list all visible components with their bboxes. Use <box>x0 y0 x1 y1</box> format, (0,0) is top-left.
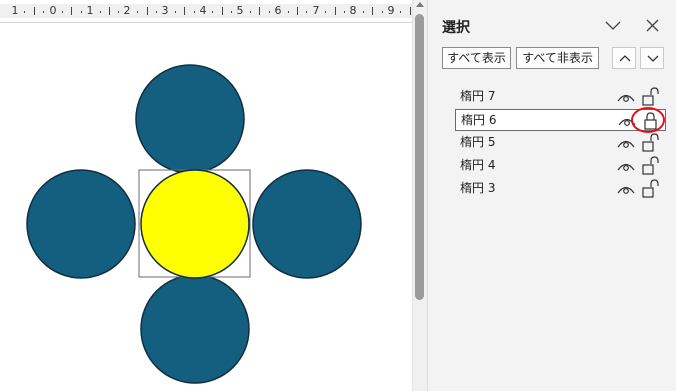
chevron-down-icon[interactable] <box>603 16 623 36</box>
object-list-item[interactable]: 楕円 3 <box>455 178 666 200</box>
slide-canvas[interactable]: 1 0 1 2 3 4 5 6 7 8 9 <box>0 0 412 391</box>
unlock-icon[interactable] <box>641 179 659 199</box>
object-list-item[interactable]: 楕円 7 <box>455 86 666 108</box>
eye-icon[interactable] <box>617 91 635 103</box>
object-list-item[interactable]: 楕円 4 <box>455 155 666 177</box>
unlock-icon[interactable] <box>641 156 659 176</box>
unlock-icon[interactable] <box>641 133 659 153</box>
object-list-item[interactable]: 楕円 5 <box>455 132 666 154</box>
object-name: 楕円 3 <box>460 181 496 195</box>
selection-pane: 選択 すべて表示 すべて非表示 楕円 7 楕円 6 楕円 5 楕円 4 楕円 3 <box>427 0 676 391</box>
scroll-thumb[interactable] <box>415 14 424 300</box>
send-backward-button[interactable] <box>640 47 664 69</box>
object-name: 楕円 7 <box>460 89 496 103</box>
object-name: 楕円 5 <box>460 135 496 149</box>
vertical-scrollbar[interactable] <box>412 0 427 391</box>
pane-title: 選択 <box>442 20 470 36</box>
chevron-down-icon <box>647 55 659 62</box>
lock-highlight-annotation <box>631 107 665 133</box>
chevron-up-icon <box>619 55 631 62</box>
ellipse-5[interactable] <box>140 274 250 384</box>
ellipse-4[interactable] <box>26 169 136 279</box>
close-icon[interactable] <box>643 16 663 36</box>
object-name: 楕円 4 <box>460 158 496 172</box>
shapes-layer <box>26 64 362 384</box>
show-all-button[interactable]: すべて表示 <box>442 47 511 69</box>
eye-icon[interactable] <box>617 160 635 172</box>
unlock-icon[interactable] <box>641 87 659 107</box>
scroll-up-arrow-icon[interactable] <box>416 2 424 7</box>
bring-forward-button[interactable] <box>612 47 636 69</box>
ellipse-3[interactable] <box>252 169 362 279</box>
ellipse-6[interactable] <box>140 169 250 279</box>
hide-all-button[interactable]: すべて非表示 <box>516 47 599 69</box>
eye-icon[interactable] <box>617 137 635 149</box>
object-name: 楕円 6 <box>461 113 497 127</box>
ellipse-7[interactable] <box>135 64 245 174</box>
eye-icon[interactable] <box>617 183 635 195</box>
